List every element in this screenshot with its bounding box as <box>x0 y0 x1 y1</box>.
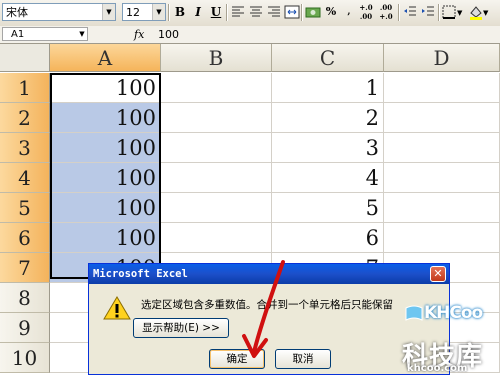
cell-c3[interactable]: 3 <box>272 133 384 163</box>
cell-d4[interactable] <box>384 163 500 193</box>
cell-d2[interactable] <box>384 103 500 133</box>
cell-d6[interactable] <box>384 223 500 253</box>
show-help-button[interactable]: 显示帮助(E) >> <box>133 318 229 338</box>
formatting-toolbar: 宋体 ▼ 12 ▼ B I U % , +.0.00 .00 +.0 ▼ ▼ <box>0 0 500 27</box>
dialog-title: Microsoft Excel <box>89 264 449 284</box>
column-header-c[interactable]: C <box>272 44 384 72</box>
row-header-5[interactable]: 5 <box>0 193 50 223</box>
font-name-select[interactable]: 宋体 ▼ <box>2 3 116 21</box>
select-all-corner[interactable] <box>0 44 50 72</box>
font-size-value: 12 <box>126 6 140 19</box>
row-header-8[interactable]: 8 <box>0 283 50 313</box>
chevron-down-icon[interactable]: ▼ <box>77 28 87 40</box>
row-header-6[interactable]: 6 <box>0 223 50 253</box>
align-center-icon[interactable] <box>247 3 265 21</box>
percent-icon[interactable]: % <box>322 3 340 21</box>
excel-alert-dialog: Microsoft Excel ✕ 选定区域包含多重数值。合并到一个单元格后只能… <box>88 263 450 375</box>
row-header-10[interactable]: 10 <box>0 343 50 373</box>
column-header-a[interactable]: A <box>50 44 161 72</box>
increase-indent-icon[interactable] <box>419 3 437 21</box>
cell-b4[interactable] <box>161 163 272 193</box>
row-header-9[interactable]: 9 <box>0 313 50 343</box>
cell-b5[interactable] <box>161 193 272 223</box>
close-icon[interactable]: ✕ <box>430 266 446 282</box>
cell-b1[interactable] <box>161 73 272 103</box>
cell-a1[interactable]: 100 <box>50 73 161 103</box>
row-header-2[interactable]: 2 <box>0 103 50 133</box>
watermark-url: khcoo.com <box>407 363 468 374</box>
cell-a6[interactable]: 100 <box>50 223 161 253</box>
row-header-7[interactable]: 7 <box>0 253 50 283</box>
svg-text:▼: ▼ <box>457 9 463 17</box>
cell-b2[interactable] <box>161 103 272 133</box>
column-header-d[interactable]: D <box>384 44 500 72</box>
cell-c5[interactable]: 5 <box>272 193 384 223</box>
font-size-select[interactable]: 12 ▼ <box>122 3 166 21</box>
cell-a2[interactable]: 100 <box>50 103 161 133</box>
chevron-down-icon[interactable]: ▼ <box>102 4 115 20</box>
cell-d1[interactable] <box>384 73 500 103</box>
row-header-4[interactable]: 4 <box>0 163 50 193</box>
chevron-down-icon[interactable]: ▼ <box>152 4 165 20</box>
cell-c4[interactable]: 4 <box>272 163 384 193</box>
merge-center-icon[interactable] <box>283 3 301 21</box>
book-logo-icon <box>405 305 423 321</box>
borders-icon[interactable]: ▼ <box>441 3 465 21</box>
underline-button[interactable]: U <box>207 3 225 21</box>
currency-icon[interactable] <box>304 3 322 21</box>
align-right-icon[interactable] <box>265 3 283 21</box>
cell-b6[interactable] <box>161 223 272 253</box>
name-box[interactable]: A1 ▼ <box>2 27 88 41</box>
cell-c2[interactable]: 2 <box>272 103 384 133</box>
cell-d5[interactable] <box>384 193 500 223</box>
name-box-value: A1 <box>11 29 25 40</box>
formula-bar: A1 ▼ fx 100 <box>0 26 500 44</box>
cell-a4[interactable]: 100 <box>50 163 161 193</box>
cell-a3[interactable]: 100 <box>50 133 161 163</box>
watermark-logo: KHCoo <box>424 303 483 323</box>
cell-c6[interactable]: 6 <box>272 223 384 253</box>
formula-input[interactable]: 100 <box>158 26 179 43</box>
cell-c1[interactable]: 1 <box>272 73 384 103</box>
align-left-icon[interactable] <box>229 3 247 21</box>
cell-d3[interactable] <box>384 133 500 163</box>
italic-button[interactable]: I <box>189 3 207 21</box>
font-name-value: 宋体 <box>6 6 28 19</box>
svg-text:▼: ▼ <box>483 9 489 17</box>
increase-decimal-icon[interactable]: +.0.00 <box>356 3 376 21</box>
row-header-1[interactable]: 1 <box>0 73 50 103</box>
column-header-b[interactable]: B <box>161 44 272 72</box>
warning-icon <box>103 296 131 320</box>
fill-color-icon[interactable]: ▼ <box>467 3 491 21</box>
row-header-3[interactable]: 3 <box>0 133 50 163</box>
decrease-decimal-icon[interactable]: .00 +.0 <box>376 3 396 21</box>
ok-button[interactable]: 确定 <box>209 349 265 369</box>
decrease-indent-icon[interactable] <box>401 3 419 21</box>
cancel-button[interactable]: 取消 <box>275 349 331 369</box>
cell-a5[interactable]: 100 <box>50 193 161 223</box>
cell-b3[interactable] <box>161 133 272 163</box>
insert-function-icon[interactable]: fx <box>134 26 144 43</box>
bold-button[interactable]: B <box>171 3 189 21</box>
dialog-message: 选定区域包含多重数值。合并到一个单元格后只能保留 <box>141 299 393 311</box>
watermark: KHCoo 科技库 khcoo.com <box>402 303 498 374</box>
